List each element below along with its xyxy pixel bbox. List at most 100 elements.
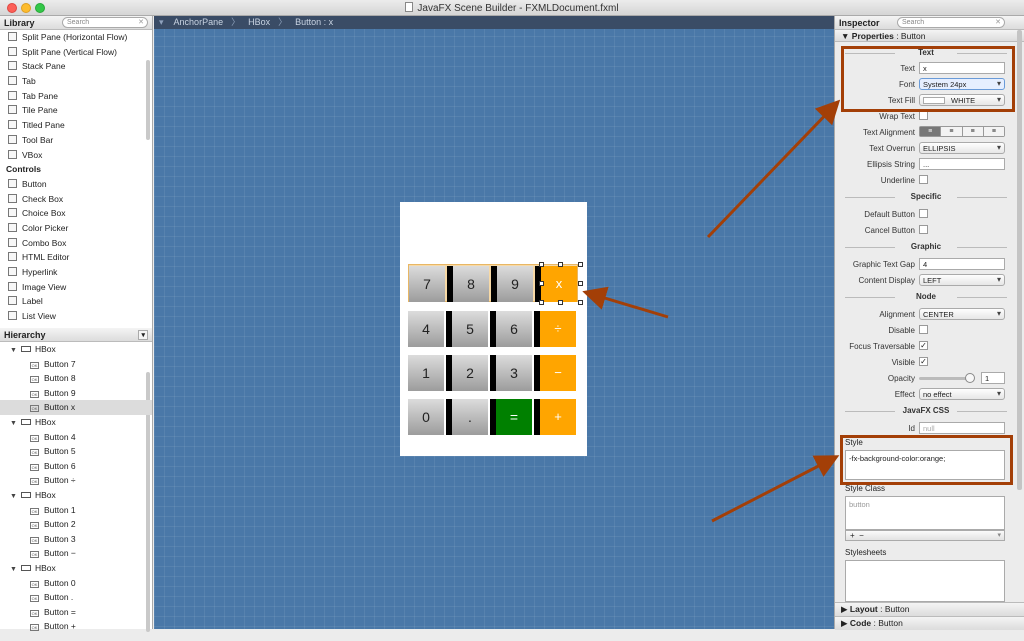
hierarchy-row[interactable]: OK Button 3 (0, 532, 152, 547)
align-left-icon[interactable]: ≡ (920, 127, 942, 136)
library-item[interactable]: Tile Pane (0, 103, 152, 118)
breadcrumb-item[interactable]: Button : x (295, 17, 333, 27)
breadcrumb-item[interactable]: AnchorPane (174, 17, 224, 27)
library-search-input[interactable]: Search ✕ (62, 17, 148, 28)
stylesheets-list[interactable] (845, 560, 1005, 602)
hierarchy-row[interactable]: OK Button 1 (0, 503, 152, 518)
calculator-key[interactable]: 5 (446, 311, 488, 347)
calculator-key[interactable]: + (534, 399, 576, 435)
text-fill-dropdown[interactable]: WHITE (919, 94, 1005, 106)
hierarchy-row[interactable]: OK Button 7 (0, 357, 152, 372)
style-textarea[interactable]: -fx-background-color:orange; (845, 450, 1005, 480)
inspector-scrollbar[interactable] (1017, 30, 1022, 490)
hierarchy-row[interactable]: OK Button 0 (0, 576, 152, 591)
hierarchy-row[interactable]: OK Button 6 (0, 459, 152, 474)
search-clear-icon[interactable]: ✕ (995, 18, 1001, 26)
add-style-class-button[interactable]: + (850, 531, 855, 540)
disable-checkbox[interactable] (919, 325, 928, 334)
hierarchy-row[interactable]: OK Button . (0, 590, 152, 605)
hierarchy-row[interactable]: ▼ HBox (0, 342, 152, 357)
selection-handle[interactable] (578, 300, 583, 305)
calculator-key[interactable]: 2 (446, 355, 488, 391)
selection-handle[interactable] (539, 300, 544, 305)
library-item[interactable]: Choice Box (0, 206, 152, 221)
library-item[interactable]: Stack Pane (0, 59, 152, 74)
remove-style-class-button[interactable]: − (859, 531, 864, 540)
hierarchy-row[interactable]: OK Button 4 (0, 430, 152, 445)
hierarchy-row[interactable]: ▼ HBox (0, 561, 152, 576)
font-dropdown[interactable]: System 24px (919, 78, 1005, 90)
hierarchy-row[interactable]: ▼ HBox (0, 488, 152, 503)
hierarchy-row[interactable]: OK Button + (0, 619, 152, 634)
focus-traversable-checkbox[interactable]: ✓ (919, 341, 928, 350)
selection-handle[interactable] (539, 262, 544, 267)
calculator-preview[interactable]: 7 8 9 x 4 5 6 ÷ 1 2 3− 0. = + (400, 202, 587, 456)
code-accordion-header[interactable]: ▶ Code : Button (835, 616, 1024, 630)
wrap-text-checkbox[interactable] (919, 111, 928, 120)
hierarchy-menu-chevron-down-icon[interactable]: ▾ (138, 330, 148, 340)
library-item[interactable]: Tab Pane (0, 89, 152, 104)
calculator-key[interactable]: ÷ (534, 311, 576, 347)
library-item[interactable]: Tool Bar (0, 133, 152, 148)
selection-handle[interactable] (578, 281, 583, 286)
hierarchy-row[interactable]: OK Button 2 (0, 517, 152, 532)
calculator-key[interactable]: 3 (490, 355, 532, 391)
default-button-checkbox[interactable] (919, 209, 928, 218)
library-item[interactable]: Hyperlink (0, 265, 152, 280)
text-field[interactable]: x (919, 62, 1005, 74)
cancel-button-checkbox[interactable] (919, 225, 928, 234)
align-center-icon[interactable]: ≡ (941, 127, 963, 136)
hierarchy-row[interactable]: OK Button 5 (0, 444, 152, 459)
calculator-key[interactable]: 9 (491, 266, 533, 302)
breadcrumb-item[interactable]: HBox (248, 17, 270, 27)
calculator-key[interactable]: 0 (408, 399, 444, 435)
hierarchy-row[interactable]: OK Button x (0, 400, 152, 415)
breadcrumb-menu-chevron-down-icon[interactable]: ▾ (159, 17, 164, 27)
library-item[interactable]: Split Pane (Vertical Flow) (0, 45, 152, 60)
selection-handle[interactable] (558, 300, 563, 305)
text-overrun-dropdown[interactable]: ELLIPSIS (919, 142, 1005, 154)
align-right-icon[interactable]: ≡ (962, 127, 984, 136)
library-item[interactable]: Button (0, 177, 152, 192)
layout-accordion-header[interactable]: ▶ Layout : Button (835, 602, 1024, 616)
alignment-dropdown[interactable]: CENTER (919, 308, 1005, 320)
library-item[interactable]: HTML Editor (0, 250, 152, 265)
canvas-area[interactable]: ▾ AnchorPane 〉 HBox 〉 Button : x 7 8 9 x 4 5 6 ÷ 1 2 3… (154, 16, 834, 629)
library-item[interactable]: Label (0, 294, 152, 309)
library-item[interactable]: Combo Box (0, 236, 152, 251)
calculator-key[interactable]: 6 (490, 311, 532, 347)
graphic-text-gap-field[interactable]: 4 (919, 258, 1005, 270)
calculator-key[interactable]: 7 (409, 266, 445, 302)
calculator-key[interactable]: − (534, 355, 576, 391)
underline-checkbox[interactable] (919, 175, 928, 184)
hierarchy-row[interactable]: OK Button − (0, 546, 152, 561)
hierarchy-row[interactable]: OK Button ÷ (0, 473, 152, 488)
library-item[interactable]: Color Picker (0, 221, 152, 236)
style-class-list[interactable]: button (845, 496, 1005, 530)
calculator-key[interactable]: = (490, 399, 532, 435)
hierarchy-row[interactable]: OK Button 9 (0, 386, 152, 401)
selection-handle[interactable] (578, 262, 583, 267)
search-clear-icon[interactable]: ✕ (138, 18, 144, 26)
content-display-dropdown[interactable]: LEFT (919, 274, 1005, 286)
hierarchy-row[interactable]: OK Button = (0, 605, 152, 620)
calculator-key[interactable]: . (446, 399, 488, 435)
opacity-field[interactable]: 1 (981, 372, 1005, 384)
selection-handle[interactable] (558, 262, 563, 267)
library-item[interactable]: Tab (0, 74, 152, 89)
library-item[interactable]: Split Pane (Horizontal Flow) (0, 30, 152, 45)
effect-dropdown[interactable]: no effect (919, 388, 1005, 400)
library-item[interactable]: Image View (0, 280, 152, 295)
opacity-slider-knob[interactable] (965, 373, 975, 383)
inspector-search-input[interactable]: Search ✕ (897, 17, 1005, 28)
opacity-slider[interactable] (919, 377, 971, 380)
ellipsis-string-field[interactable]: ... (919, 158, 1005, 170)
visible-checkbox[interactable]: ✓ (919, 357, 928, 366)
calculator-key[interactable]: 8 (447, 266, 489, 302)
hierarchy-row[interactable]: OK Button 8 (0, 371, 152, 386)
calculator-key[interactable]: 1 (408, 355, 444, 391)
properties-accordion-header[interactable]: ▼ Properties : Button (835, 30, 1024, 42)
selection-handle[interactable] (539, 281, 544, 286)
library-item[interactable]: List View (0, 309, 152, 324)
calculator-key[interactable]: 4 (408, 311, 444, 347)
